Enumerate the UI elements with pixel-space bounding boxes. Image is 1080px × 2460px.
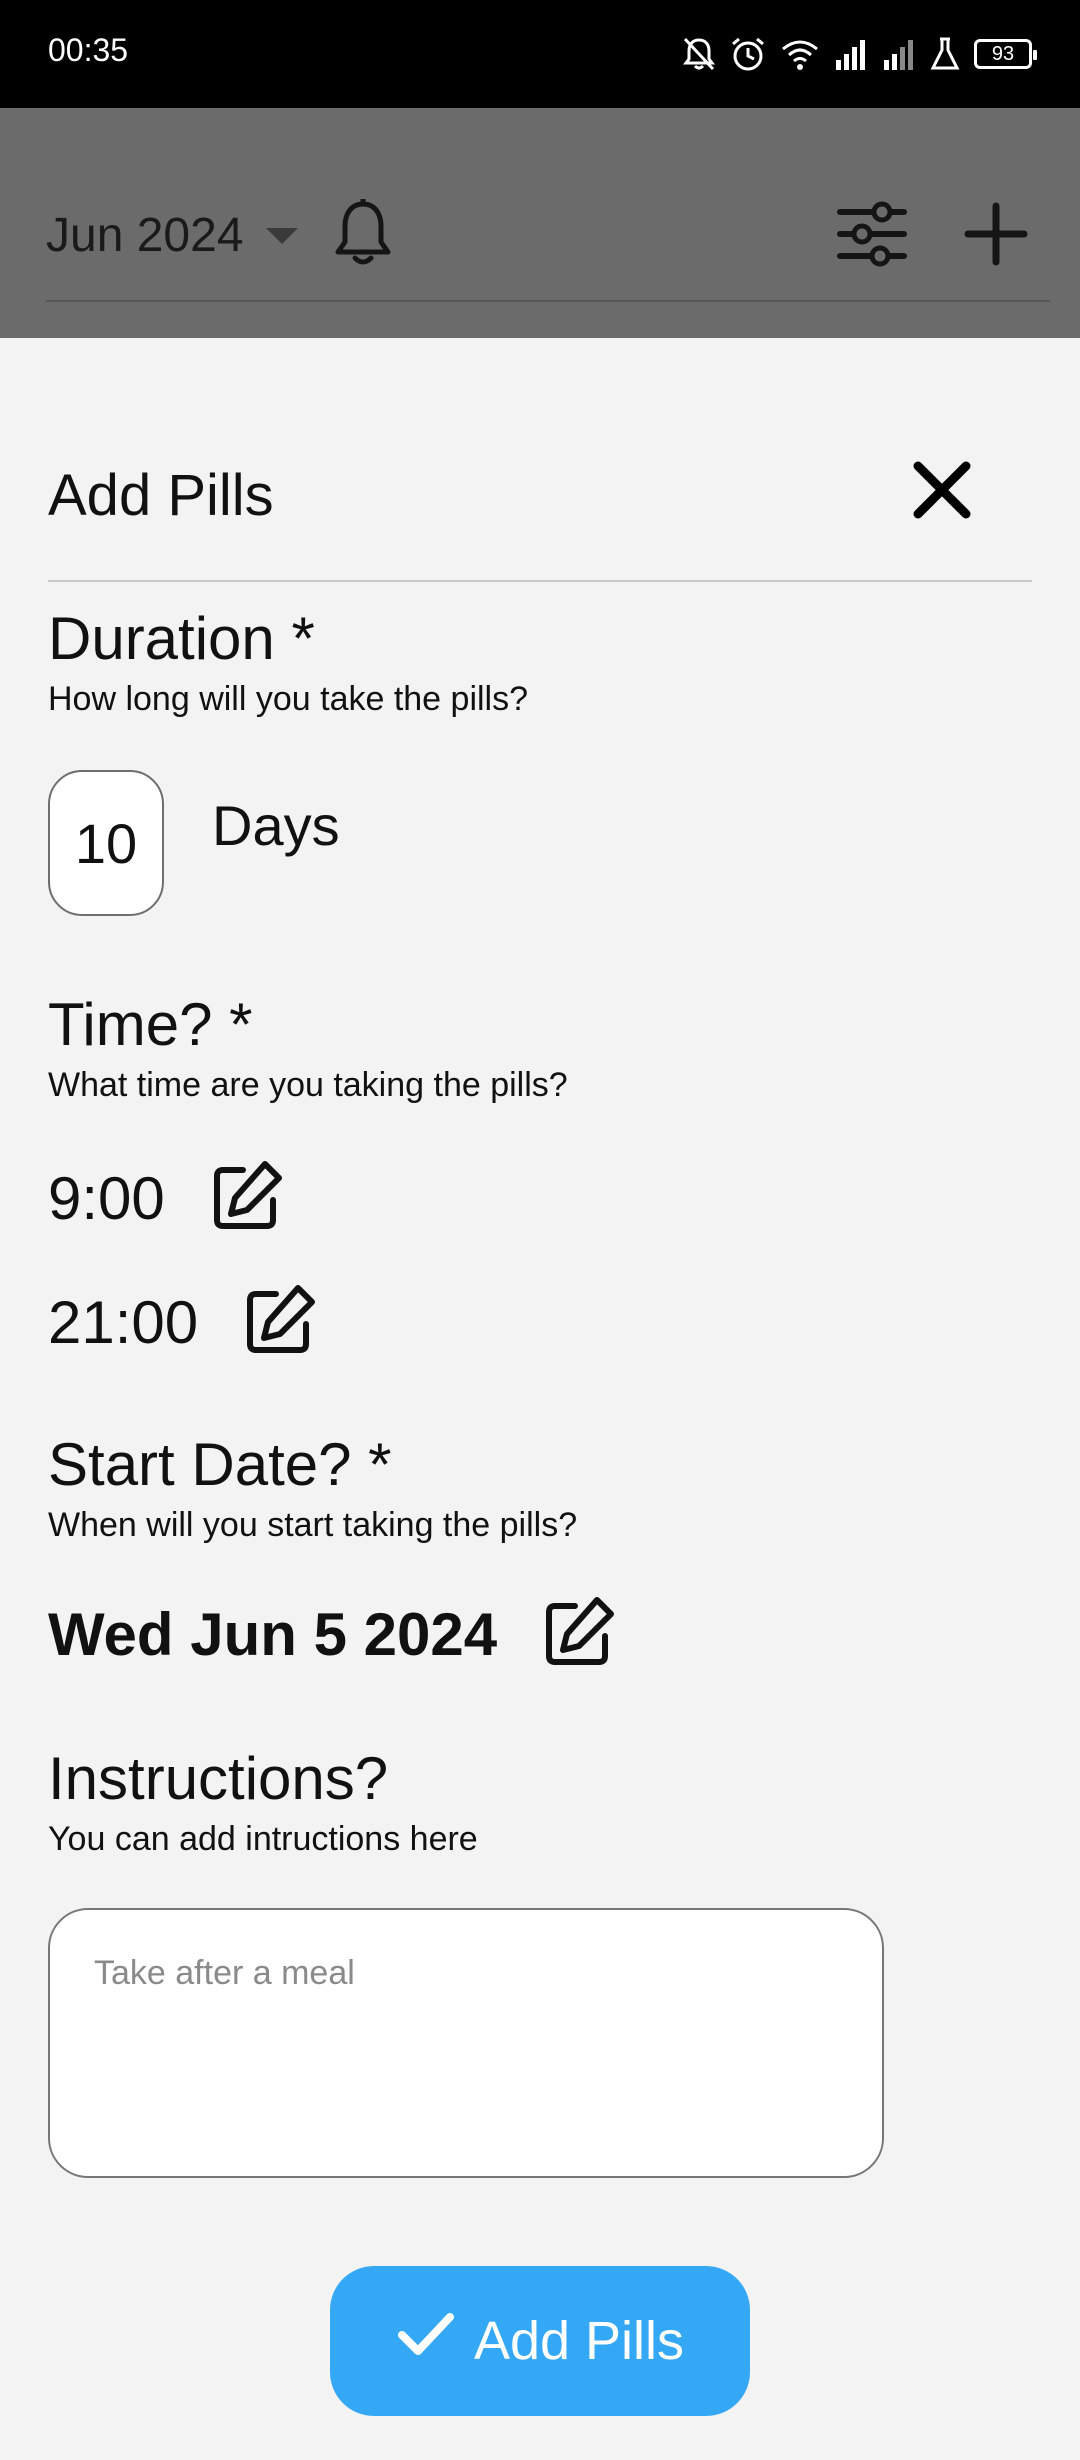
duration-input[interactable]: 10 — [48, 770, 164, 916]
start-date-value: Wed Jun 5 2024 — [48, 1601, 498, 1668]
bell-off-icon — [682, 36, 716, 72]
app-bar: Jun 2024 — [0, 108, 1080, 338]
instructions-subtitle: You can add intructions here — [48, 1820, 478, 1858]
month-selector[interactable]: Jun 2024 — [46, 208, 298, 263]
add-pills-sheet: Add Pills Duration * How long will you t… — [0, 338, 1080, 2460]
signal-icon — [882, 38, 916, 70]
time-value: 21:00 — [48, 1289, 199, 1356]
battery-icon: 93 — [974, 39, 1037, 69]
time-subtitle: What time are you taking the pills? — [48, 1066, 568, 1104]
flask-icon — [930, 37, 960, 71]
duration-heading: Duration * — [48, 605, 315, 672]
bell-icon[interactable] — [330, 198, 396, 275]
instructions-input[interactable] — [48, 1908, 884, 2178]
edit-icon[interactable] — [541, 1594, 617, 1675]
edit-icon[interactable] — [209, 1158, 285, 1239]
add-pills-button[interactable]: Add Pills — [330, 2266, 750, 2416]
start-date-subtitle: When will you start taking the pills? — [48, 1506, 578, 1544]
battery-level: 93 — [991, 42, 1015, 65]
duration-subtitle: How long will you take the pills? — [48, 680, 529, 718]
alarm-icon — [730, 36, 766, 72]
time-value: 9:00 — [48, 1165, 165, 1232]
status-icons: 93 — [682, 28, 1037, 80]
status-time: 00:35 — [48, 32, 129, 68]
start-date-entry: Wed Jun 5 2024 — [48, 1594, 617, 1675]
close-icon[interactable] — [910, 458, 974, 527]
plus-icon[interactable] — [962, 200, 1030, 273]
time-entry: 9:00 — [48, 1158, 285, 1239]
add-pills-button-label: Add Pills — [473, 2311, 685, 2371]
wifi-icon — [780, 37, 820, 71]
sheet-divider — [48, 580, 1032, 582]
start-date-heading: Start Date? * — [48, 1431, 392, 1498]
month-label: Jun 2024 — [46, 209, 244, 262]
time-entry: 21:00 — [48, 1282, 318, 1363]
filter-icon[interactable] — [836, 200, 908, 273]
instructions-heading: Instructions? — [48, 1745, 389, 1812]
check-icon — [396, 2309, 456, 2374]
caret-down-icon — [265, 227, 298, 244]
signal-icon — [834, 38, 868, 70]
duration-unit-label: Days — [212, 794, 340, 857]
sheet-title: Add Pills — [48, 463, 274, 528]
app-bar-divider — [46, 300, 1050, 302]
time-heading: Time? * — [48, 991, 253, 1058]
edit-icon[interactable] — [242, 1282, 318, 1363]
status-bar: 00:35 93 — [0, 0, 1080, 108]
